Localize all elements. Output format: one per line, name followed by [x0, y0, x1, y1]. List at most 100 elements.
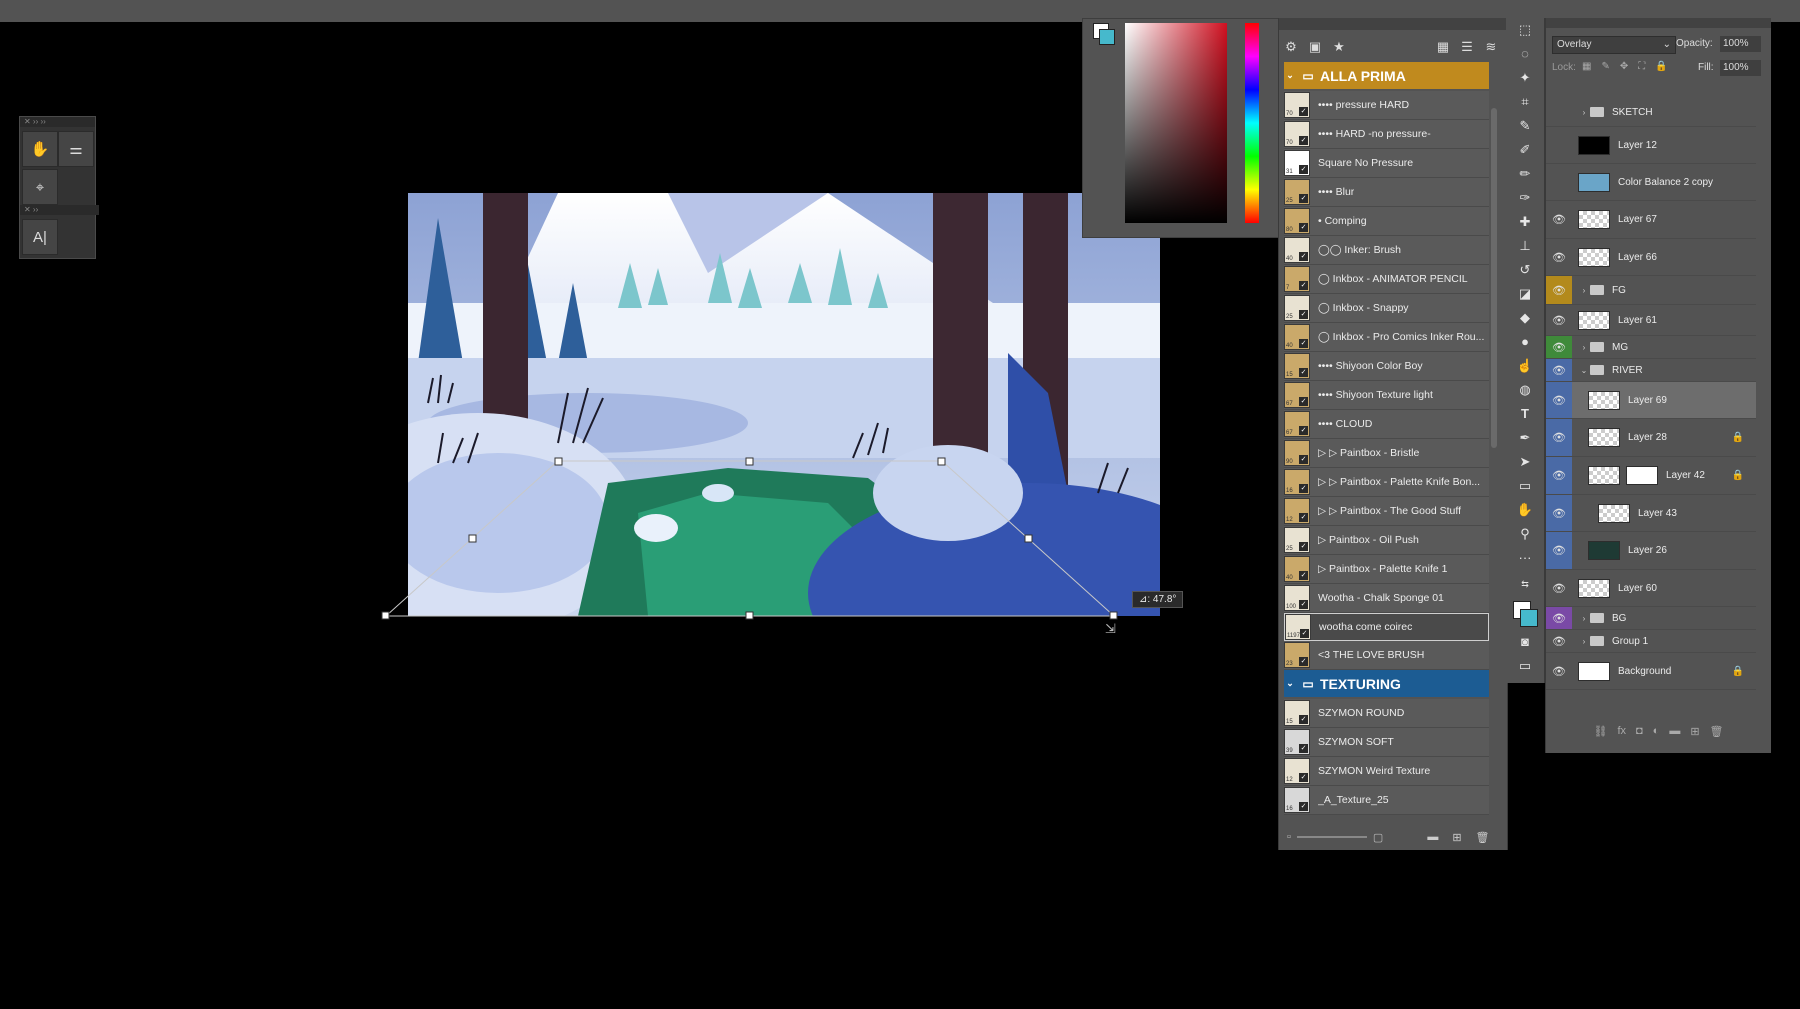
visibility-eye-icon[interactable]: 👁 — [1546, 239, 1572, 275]
layer-row[interactable]: 👁 Layer 43 — [1546, 495, 1756, 532]
path-nodes-icon[interactable]: ⌖ — [22, 169, 58, 205]
pen-tool-icon[interactable]: ✒ — [1514, 428, 1536, 448]
picker-background-swatch[interactable] — [1099, 29, 1115, 45]
brush-preset-icon[interactable]: ▣ — [1303, 39, 1327, 55]
marquee-tool-icon[interactable]: ⬚ — [1514, 20, 1536, 40]
brush-preset-row[interactable]: 39 ✓ SZYMON SOFT — [1284, 728, 1489, 757]
screen-mode-icon[interactable]: ▭ — [1514, 656, 1536, 676]
brush-preset-row[interactable]: 12 ✓ SZYMON Weird Texture — [1284, 757, 1489, 786]
visibility-eye-icon[interactable]: 👁 — [1546, 336, 1572, 358]
text-tool-icon[interactable]: T — [1514, 404, 1536, 424]
brush-preset-row[interactable]: 15 ✓ •••• Shiyoon Color Boy — [1284, 352, 1489, 381]
layer-group-row[interactable]: 👁 › Group 1 — [1546, 630, 1756, 653]
chevron-right-icon[interactable]: › — [1578, 614, 1590, 623]
clone-stamp-icon[interactable]: ⊥ — [1514, 236, 1536, 256]
layer-row[interactable]: 👁 Layer 69 — [1546, 382, 1756, 419]
hand-tool-icon[interactable]: ✋ — [1514, 500, 1536, 520]
visibility-eye-icon[interactable]: 👁 — [1546, 570, 1572, 606]
blend-mode-dropdown[interactable]: Overlay ⌄ — [1552, 36, 1676, 54]
brush-preset-row[interactable]: 16 ✓ ▷ ▷ Paintbox - Palette Knife Bon... — [1284, 468, 1489, 497]
hue-slider[interactable] — [1245, 23, 1259, 223]
layer-group-row[interactable]: 👁 › MG — [1546, 336, 1756, 359]
chevron-right-icon[interactable]: › — [1578, 343, 1590, 352]
brush-preset-row[interactable]: 40 ✓ ◯◯ Inker: Brush — [1284, 236, 1489, 265]
layer-row[interactable]: 👁 Background 🔒 — [1546, 653, 1756, 690]
brush-group-header[interactable]: ⌄ ▭ ALLA PRIMA — [1284, 62, 1489, 89]
panel-menu-icon[interactable]: ≋ — [1479, 39, 1503, 55]
pencil-tool-icon[interactable]: ✏ — [1514, 164, 1536, 184]
visibility-eye-icon[interactable]: 👁 — [1546, 607, 1572, 629]
brush-preset-row[interactable]: 70 ✓ •••• HARD -no pressure- — [1284, 120, 1489, 149]
history-brush-icon[interactable]: ↺ — [1514, 260, 1536, 280]
thumbnail-size-slider[interactable] — [1296, 836, 1367, 838]
brush-preset-row[interactable]: 16 ✓ _A_Texture_25 — [1284, 786, 1489, 815]
zoom-tool-icon[interactable]: ⚲ — [1514, 524, 1536, 544]
brush-preset-row[interactable]: 31 ✓ Square No Pressure — [1284, 149, 1489, 178]
link-layers-icon[interactable]: ⛓ — [1593, 725, 1607, 745]
layer-style-fx-icon[interactable]: fx — [1617, 725, 1626, 745]
brush-preset-row[interactable]: 40 ✓ ▷ Paintbox - Palette Knife 1 — [1284, 555, 1489, 584]
magic-wand-tool-icon[interactable]: ✦ — [1514, 68, 1536, 88]
chevron-down-icon[interactable]: ⌄ — [1578, 366, 1590, 375]
size-large-icon[interactable]: ▢ — [1373, 831, 1383, 844]
layer-group-row[interactable]: 👁 › FG — [1546, 276, 1756, 305]
visibility-eye-icon[interactable]: 👁 — [1546, 201, 1572, 238]
background-color-swatch[interactable] — [1520, 609, 1538, 627]
chevron-right-icon[interactable]: › — [1578, 637, 1590, 646]
opacity-input[interactable]: 100% — [1720, 36, 1761, 52]
smudge-tool-icon[interactable]: ☝ — [1514, 356, 1536, 376]
layer-mask-thumbnail[interactable] — [1626, 466, 1658, 485]
visibility-eye-icon[interactable]: 👁 — [1546, 419, 1572, 456]
puppet-hand-icon[interactable]: ✋ — [22, 131, 58, 167]
visibility-eye-icon[interactable] — [1546, 98, 1572, 126]
brush-tool-icon[interactable]: ✐ — [1514, 140, 1536, 160]
visibility-eye-icon[interactable]: 👁 — [1546, 382, 1572, 418]
brush-preset-row[interactable]: 25 ✓ •••• Blur — [1284, 178, 1489, 207]
visibility-eye-icon[interactable]: 👁 — [1546, 276, 1572, 304]
layer-group-row[interactable]: 👁 › BG — [1546, 607, 1756, 630]
eraser-tool-icon[interactable]: ◪ — [1514, 284, 1536, 304]
type-tool-icon[interactable]: A| — [22, 219, 58, 255]
swap-colors-icon[interactable]: ⇆ — [1514, 574, 1536, 594]
lasso-tool-icon[interactable]: ◌ — [1514, 44, 1536, 64]
canvas-artwork[interactable] — [408, 193, 1160, 616]
brush-preset-row[interactable]: 23 ✓ <3 THE LOVE BRUSH — [1284, 641, 1489, 670]
visibility-eye-icon[interactable]: 👁 — [1546, 653, 1572, 689]
brush-preset-row[interactable]: 100 ✓ Wootha - Chalk Sponge 01 — [1284, 584, 1489, 613]
brush-list-scrollbar[interactable] — [1491, 108, 1497, 448]
delete-layer-icon[interactable]: 🗑 — [1710, 725, 1724, 745]
layer-row[interactable]: 👁 Layer 26 — [1546, 532, 1756, 570]
visibility-eye-icon[interactable] — [1546, 127, 1572, 163]
visibility-eye-icon[interactable]: 👁 — [1546, 457, 1572, 494]
visibility-eye-icon[interactable]: 👁 — [1546, 532, 1572, 569]
visibility-eye-icon[interactable]: 👁 — [1546, 630, 1572, 652]
brush-preset-row[interactable]: 7 ✓ ◯ Inkbox - ANIMATOR PENCIL — [1284, 265, 1489, 294]
layer-row[interactable]: 👁 Layer 66 — [1546, 239, 1756, 276]
layer-row[interactable]: 👁 Layer 67 — [1546, 201, 1756, 239]
new-brush-icon[interactable]: ⊞ — [1452, 831, 1461, 844]
layer-group-row[interactable]: 👁 ⌄ RIVER — [1546, 359, 1756, 382]
grid-view-icon[interactable]: ▦ — [1431, 39, 1455, 55]
new-group-folder-icon[interactable]: ▬ — [1427, 831, 1438, 843]
layer-row[interactable]: 👁 Layer 28 🔒 — [1546, 419, 1756, 457]
rectangle-shape-icon[interactable]: ▭ — [1514, 476, 1536, 496]
path-selection-icon[interactable]: ➤ — [1514, 452, 1536, 472]
mixer-brush-tool-icon[interactable]: ✑ — [1514, 188, 1536, 208]
adjustment-layer-icon[interactable]: ◐ — [1653, 725, 1660, 745]
layers-panel-header[interactable] — [1546, 18, 1771, 28]
settings-gear-icon[interactable]: ⚙ — [1279, 39, 1303, 55]
size-small-icon[interactable]: ▫ — [1287, 831, 1291, 843]
visibility-eye-icon[interactable] — [1546, 164, 1572, 200]
paint-bucket-icon[interactable]: ◆ — [1514, 308, 1536, 328]
dodge-tool-icon[interactable]: ◍ — [1514, 380, 1536, 400]
brush-preset-row[interactable]: 70 ✓ •••• pressure HARD — [1284, 91, 1489, 120]
brush-preset-row[interactable]: 12 ✓ ▷ ▷ Paintbox - The Good Stuff — [1284, 497, 1489, 526]
brush-preset-row[interactable]: 67 ✓ •••• CLOUD — [1284, 410, 1489, 439]
chevron-right-icon[interactable]: › — [1578, 286, 1590, 295]
layer-group-row[interactable]: › SKETCH — [1546, 98, 1756, 127]
visibility-eye-icon[interactable]: 👁 — [1546, 495, 1572, 531]
crop-tool-icon[interactable]: ⌗ — [1514, 92, 1536, 112]
favorites-star-icon[interactable]: ★ — [1327, 39, 1351, 55]
brush-preset-row[interactable]: 40 ✓ ◯ Inkbox - Pro Comics Inker Rou... — [1284, 323, 1489, 352]
chevron-right-icon[interactable]: › — [1578, 108, 1590, 117]
